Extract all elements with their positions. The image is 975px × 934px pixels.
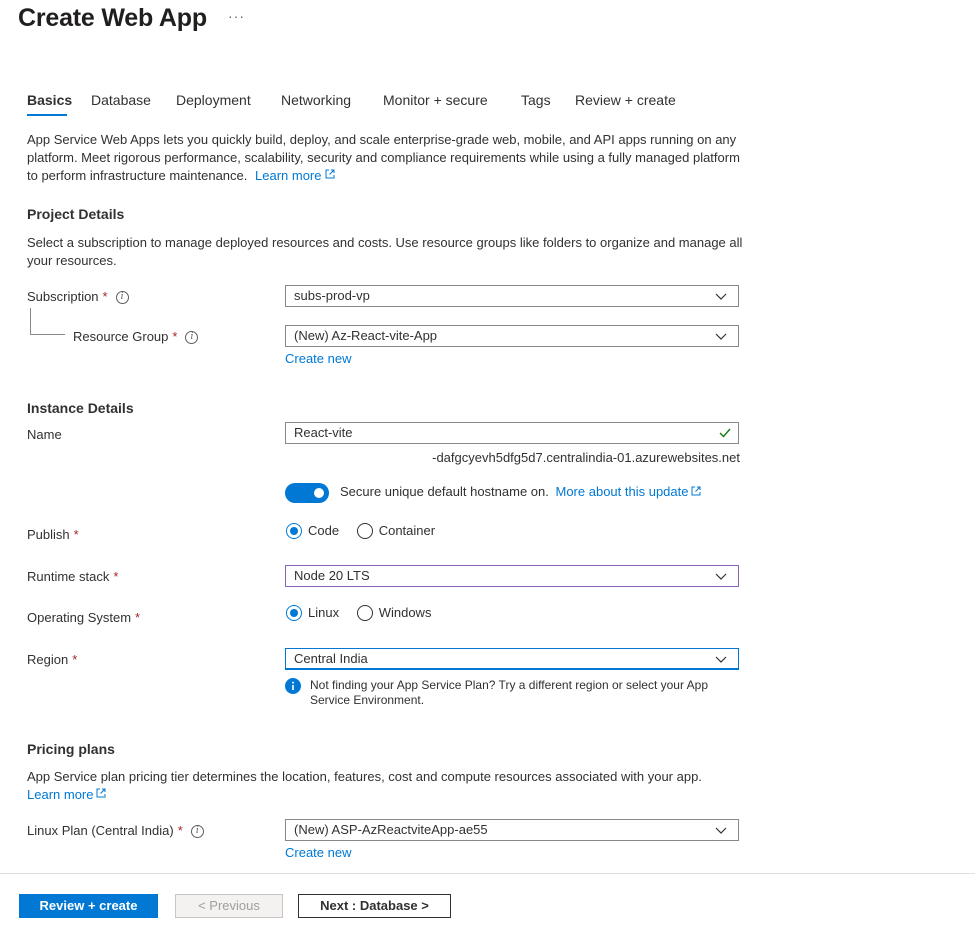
pricing-description-text: App Service plan pricing tier determines… [27, 769, 702, 784]
required-asterisk: * [102, 289, 108, 304]
more-about-update-link[interactable]: More about this update [556, 484, 702, 499]
page-title: Create Web App [18, 4, 207, 32]
publish-container-label: Container [378, 523, 436, 539]
name-label: Name [27, 427, 62, 442]
linux-plan-value: (New) ASP-AzReactviteApp-ae55 [294, 822, 488, 837]
resource-group-label: Resource Group * i [73, 329, 199, 345]
linux-plan-select[interactable]: (New) ASP-AzReactviteApp-ae55 [285, 819, 739, 841]
tree-connector [30, 308, 65, 335]
required-asterisk: * [135, 610, 141, 625]
tab-deployment[interactable]: Deployment [176, 92, 251, 108]
region-label-text: Region [27, 652, 69, 667]
secure-hostname-toggle[interactable] [285, 483, 329, 503]
publish-code-label: Code [308, 523, 340, 539]
chevron-down-icon [715, 333, 727, 340]
pricing-learn-more-label: Learn more [27, 787, 94, 802]
external-link-icon [691, 486, 701, 496]
tab-basics[interactable]: Basics [27, 92, 72, 108]
region-value: Central India [294, 651, 368, 666]
pricing-plans-heading: Pricing plans [27, 741, 115, 757]
linux-plan-label-text: Linux Plan (Central India) [27, 823, 174, 838]
required-asterisk: * [73, 527, 79, 542]
project-details-heading: Project Details [27, 206, 125, 222]
required-asterisk: * [177, 823, 183, 838]
more-actions-button[interactable]: ··· [228, 8, 245, 24]
checkmark-icon [719, 428, 731, 438]
chevron-down-icon [715, 656, 727, 663]
region-select[interactable]: Central India [285, 648, 739, 670]
intro-text: App Service Web Apps lets you quickly bu… [27, 132, 740, 183]
os-linux-label: Linux [308, 605, 340, 621]
info-filled-icon [285, 678, 301, 694]
os-linux-radio[interactable] [286, 604, 302, 621]
publish-radio-group: Code Container [286, 522, 449, 539]
review-create-button[interactable]: Review + create [19, 894, 158, 918]
pricing-description: App Service plan pricing tier determines… [27, 768, 747, 804]
chevron-down-icon [715, 573, 727, 580]
tab-database[interactable]: Database [91, 92, 151, 108]
publish-code-radio[interactable] [286, 522, 302, 539]
publish-label: Publish * [27, 527, 79, 542]
project-details-description: Select a subscription to manage deployed… [27, 235, 743, 268]
hostname-suffix: -dafgcyevh5dfg5d7.centralindia-01.azurew… [432, 450, 740, 465]
more-about-update-label: More about this update [555, 484, 689, 499]
resource-group-label-text: Resource Group [73, 329, 169, 344]
previous-button[interactable]: < Previous [175, 894, 283, 918]
region-info-text: Not finding your App Service Plan? Try a… [310, 678, 709, 707]
tab-networking[interactable]: Networking [281, 92, 351, 108]
resource-group-value: (New) Az-React-vite-App [294, 328, 438, 343]
required-asterisk: * [172, 329, 178, 344]
subscription-value: subs-prod-vp [294, 288, 370, 303]
subscription-label-text: Subscription [27, 289, 99, 304]
subscription-label: Subscription * i [27, 289, 129, 305]
operating-system-label-text: Operating System [27, 610, 132, 625]
instance-details-heading: Instance Details [27, 400, 134, 416]
os-radio-group: Linux Windows [286, 604, 445, 621]
os-windows-radio[interactable] [356, 604, 373, 621]
name-input[interactable]: React-vite [285, 422, 739, 444]
runtime-stack-select[interactable]: Node 20 LTS [285, 565, 739, 587]
region-label: Region * [27, 652, 77, 667]
info-icon[interactable]: i [190, 825, 204, 839]
learn-more-label: Learn more [255, 168, 322, 183]
toggle-description: Secure unique default hostname on. More … [340, 484, 701, 499]
resource-group-select[interactable]: (New) Az-React-vite-App [285, 325, 739, 347]
create-new-resource-group-link[interactable]: Create new [285, 351, 351, 366]
runtime-stack-label-text: Runtime stack [27, 569, 110, 584]
name-value: React-vite [294, 425, 353, 440]
next-database-button[interactable]: Next : Database > [298, 894, 451, 918]
create-new-plan-link[interactable]: Create new [285, 845, 351, 860]
tab-tags[interactable]: Tags [521, 92, 551, 108]
linux-plan-label: Linux Plan (Central India) * i [27, 823, 204, 839]
pricing-learn-more-link[interactable]: Learn more [27, 787, 106, 802]
active-tab-indicator [27, 114, 67, 116]
subscription-select[interactable]: subs-prod-vp [285, 285, 739, 307]
footer-divider [0, 873, 975, 874]
external-link-icon [325, 169, 334, 179]
runtime-stack-label: Runtime stack * [27, 569, 118, 584]
learn-more-link[interactable]: Learn more [255, 168, 334, 183]
info-icon[interactable]: i [115, 291, 129, 305]
info-icon[interactable]: i [185, 331, 199, 345]
chevron-down-icon [715, 293, 727, 300]
toggle-text: Secure unique default hostname on. [340, 484, 549, 499]
operating-system-label: Operating System * [27, 610, 140, 625]
chevron-down-icon [715, 827, 727, 834]
runtime-stack-value: Node 20 LTS [294, 568, 370, 583]
os-windows-label: Windows [378, 605, 432, 621]
external-link-icon [96, 788, 106, 798]
publish-label-text: Publish [27, 527, 70, 542]
publish-container-radio[interactable] [356, 522, 373, 539]
required-asterisk: * [72, 652, 78, 667]
intro-paragraph: App Service Web Apps lets you quickly bu… [27, 131, 747, 185]
required-asterisk: * [113, 569, 119, 584]
tab-monitor-secure[interactable]: Monitor + secure [383, 92, 488, 108]
tab-review-create[interactable]: Review + create [575, 92, 676, 108]
